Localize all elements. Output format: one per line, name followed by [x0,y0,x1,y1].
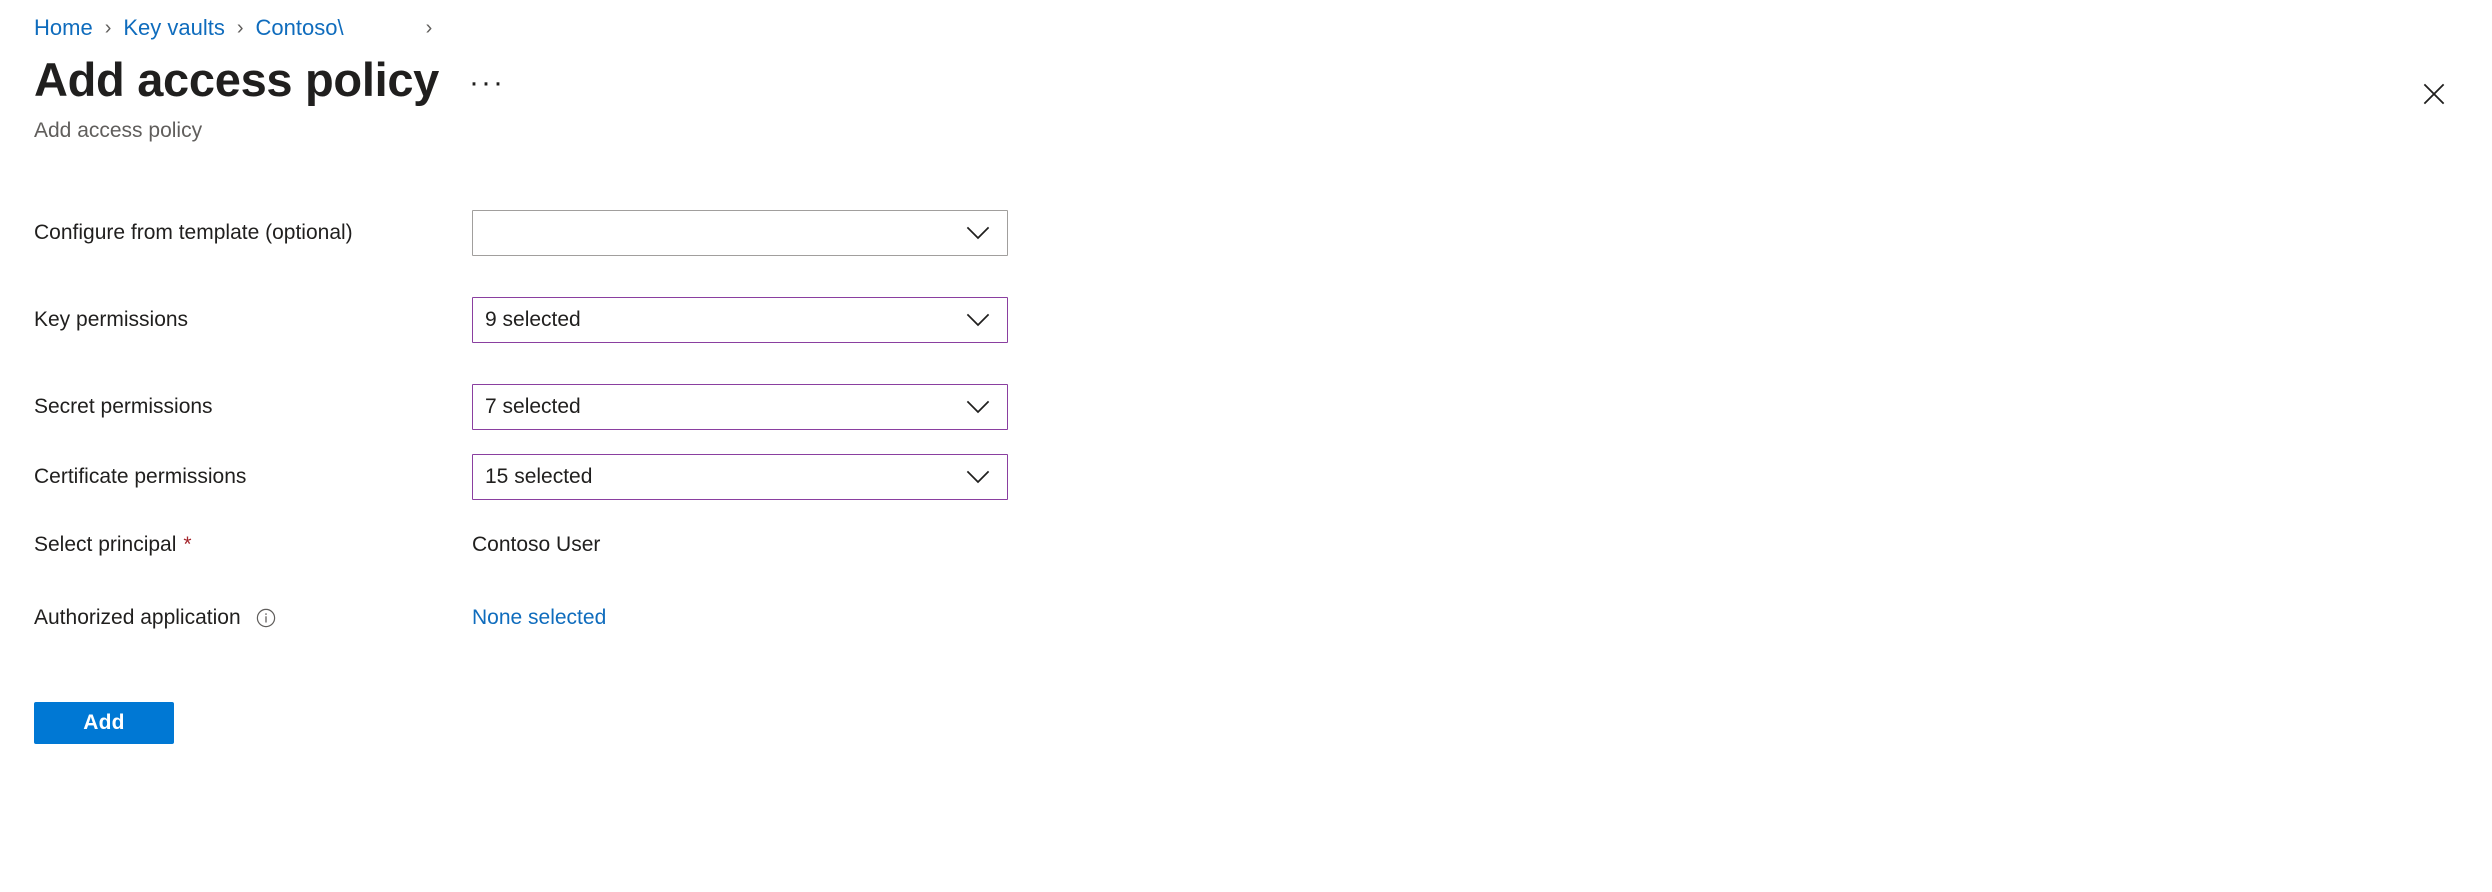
dropdown-certificate-permissions[interactable]: 15 selected [472,454,1008,500]
label-authorized-application: Authorized application [34,595,472,631]
page-header: Add access policy ··· [34,54,511,106]
value-select-principal[interactable]: Contoso User [472,522,600,558]
breadcrumb-trailing-separator-icon: › [425,17,433,39]
form-row-certificate-permissions: Certificate permissions 15 selected [34,454,1034,500]
info-icon[interactable] [255,607,277,629]
breadcrumb-item-vault[interactable]: Contoso\ [256,14,344,42]
form-row-secret-permissions: Secret permissions 7 selected [34,384,1034,430]
form-row-configure-from-template: Configure from template (optional) [34,210,1034,256]
label-key-permissions: Key permissions [34,308,189,331]
required-asterisk: * [183,533,192,556]
label-select-principal: Select principal * [34,533,192,556]
form-row-select-principal: Select principal * Contoso User [34,522,1034,558]
dropdown-key-permissions[interactable]: 9 selected [472,297,1008,343]
add-button[interactable]: Add [34,702,174,744]
link-authorized-application[interactable]: None selected [472,595,606,631]
page-title: Add access policy [34,53,440,106]
chevron-down-icon [963,224,993,242]
breadcrumb-item-key-vaults[interactable]: Key vaults [123,14,225,42]
dropdown-configure-from-template[interactable] [472,210,1008,256]
close-icon [2422,82,2446,106]
dropdown-secret-permissions[interactable]: 7 selected [472,384,1008,430]
chevron-down-icon [963,468,993,486]
form-row-key-permissions: Key permissions 9 selected [34,297,1034,343]
label-secret-permissions: Secret permissions [34,395,213,418]
more-options-ellipsis-icon[interactable]: ··· [463,68,511,106]
dropdown-value: 7 selected [485,395,581,418]
dropdown-value: 9 selected [485,308,581,331]
chevron-down-icon [963,398,993,416]
chevron-down-icon [963,311,993,329]
breadcrumb: Home › Key vaults › Contoso\ › [34,14,432,42]
breadcrumb-separator-icon: › [104,17,112,39]
label-configure-from-template: Configure from template (optional) [34,221,353,244]
label-certificate-permissions: Certificate permissions [34,465,247,488]
page-subtitle: Add access policy [34,119,203,142]
breadcrumb-separator-icon: › [236,17,244,39]
close-button[interactable] [2412,72,2456,116]
dropdown-value: 15 selected [485,465,593,488]
breadcrumb-item-home[interactable]: Home [34,14,93,42]
form-row-authorized-application: Authorized application None selected [34,595,1034,631]
